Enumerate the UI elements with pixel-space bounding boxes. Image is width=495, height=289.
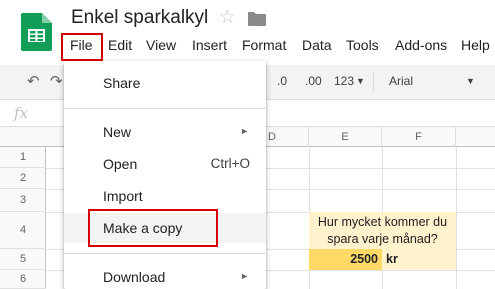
menu-addons[interactable]: Add-ons (395, 37, 447, 53)
menu-view[interactable]: View (146, 37, 176, 53)
menu-item-label: Share (103, 75, 141, 91)
menu-item-open[interactable]: Open Ctrl+O (64, 149, 266, 179)
menu-data[interactable]: Data (302, 37, 332, 53)
menu-insert[interactable]: Insert (192, 37, 227, 53)
menu-item-share[interactable]: Share (64, 68, 266, 98)
question-line-2: spara varje månad? (327, 232, 438, 246)
font-dropdown-icon[interactable]: ▼ (466, 76, 475, 86)
column-header-f[interactable]: F (382, 127, 456, 147)
make-a-copy-highlight-box (88, 209, 218, 247)
submenu-arrow-icon: ► (240, 271, 249, 281)
menu-format[interactable]: Format (242, 37, 286, 53)
menu-item-import[interactable]: Import (64, 181, 266, 211)
redo-icon[interactable]: ↷ (50, 72, 63, 90)
file-menu-highlight-box (61, 33, 103, 61)
menu-divider (64, 253, 266, 254)
number-format-dropdown-icon[interactable]: ▼ (356, 76, 365, 86)
column-header-e[interactable]: E (309, 127, 382, 147)
cell-e4-question[interactable]: Hur mycket kommer du spara varje månad? (309, 212, 456, 249)
menu-item-download[interactable]: Download ► (64, 262, 266, 289)
document-title[interactable]: Enkel sparkalkyl (71, 7, 208, 29)
folder-icon[interactable] (248, 12, 266, 26)
font-select[interactable]: Arial (389, 74, 413, 88)
number-format-button[interactable]: 123 (334, 74, 354, 88)
grid-line (456, 147, 457, 289)
menu-tools[interactable]: Tools (346, 37, 379, 53)
undo-icon[interactable]: ↶ (27, 72, 40, 90)
menu-item-label: Import (103, 188, 143, 204)
menu-item-shortcut: Ctrl+O (210, 156, 250, 171)
question-line-1: Hur mycket kommer du (317, 215, 448, 229)
menu-item-label: New (103, 124, 132, 140)
submenu-arrow-icon: ► (240, 126, 249, 136)
row-header-6[interactable]: 6 (0, 270, 46, 289)
google-sheets-icon[interactable] (21, 13, 52, 51)
file-menu-dropdown: Share New ► Open Ctrl+O Import Make a co… (64, 61, 266, 289)
menu-item-label: Download (103, 269, 166, 285)
increase-decimals-button[interactable]: .00 (305, 74, 322, 88)
fx-icon: fx (14, 104, 29, 122)
row-header-1[interactable]: 1 (0, 147, 46, 168)
row-header-5[interactable]: 5 (0, 249, 46, 270)
row-header-3[interactable]: 3 (0, 189, 46, 212)
decrease-decimals-button[interactable]: .0 (277, 74, 287, 88)
star-icon[interactable]: ☆ (219, 8, 236, 27)
menu-item-label: Open (103, 156, 138, 172)
row-header-4[interactable]: 4 (0, 212, 46, 249)
menu-item-new[interactable]: New ► (64, 117, 266, 147)
menu-edit[interactable]: Edit (108, 37, 132, 53)
menu-divider (64, 108, 266, 109)
cell-f5-unit[interactable]: kr (382, 249, 456, 270)
cell-e5-amount[interactable]: 2500 (309, 249, 382, 270)
menu-help[interactable]: Help (461, 37, 490, 53)
toolbar-divider (373, 72, 374, 92)
row-header-2[interactable]: 2 (0, 168, 46, 189)
